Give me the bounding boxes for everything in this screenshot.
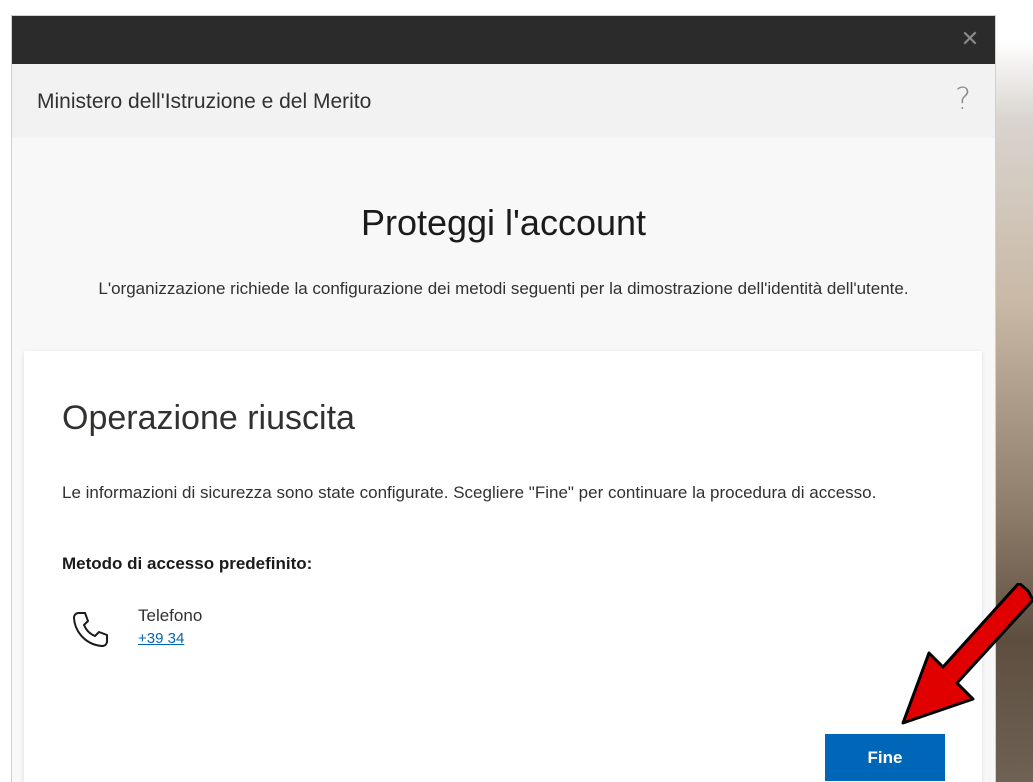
auth-dialog-window: ✕ Ministero dell'Istruzione e del Merito… (12, 16, 995, 782)
window-titlebar: ✕ (12, 16, 995, 64)
card-title: Operazione riuscita (62, 399, 355, 437)
help-icon[interactable]: ? (955, 82, 971, 117)
page-subtitle: L'organizzazione richiede la configurazi… (98, 279, 909, 298)
success-card: Operazione riuscita Le informazioni di s… (24, 351, 982, 782)
page-title: Proteggi l'account (360, 202, 647, 243)
phone-number-link[interactable]: +39 34 (138, 630, 184, 647)
main-content: Proteggi l'account L'organizzazione rich… (12, 138, 995, 782)
desktop-background (995, 0, 1033, 782)
card-description: Le informazioni di sicurezza sono state … (62, 483, 877, 502)
default-method-label: Metodo di accesso predefinito: (62, 554, 313, 573)
phone-icon (73, 612, 108, 647)
organization-name: Ministero dell'Istruzione e del Merito (37, 90, 372, 113)
org-header: Ministero dell'Istruzione e del Merito ? (12, 64, 995, 138)
left-frame-edge (0, 0, 12, 782)
done-button[interactable]: Fine (825, 734, 945, 781)
close-icon[interactable]: ✕ (959, 28, 981, 50)
method-name: Telefono (138, 606, 203, 625)
